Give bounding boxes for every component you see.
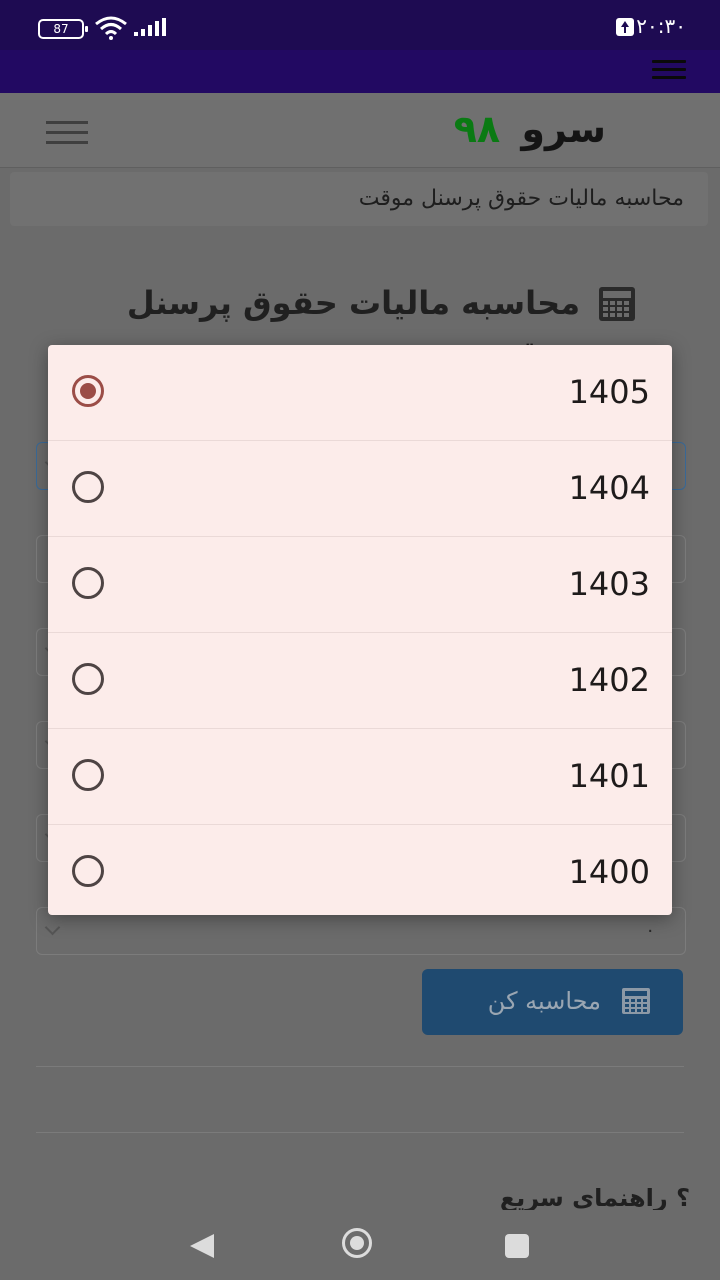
guide-heading: ؟ راهنمای سریع [499,1184,690,1212]
logo-brand: سرو [521,107,606,151]
year-picker-dialog: 1405 1404 1403 1402 1401 1400 [48,345,672,915]
radio-checked-icon[interactable] [72,375,104,407]
children-value: ۰ [645,920,655,941]
status-time: ۲۰:۳۰ [636,14,686,38]
battery-icon: 87 [38,19,88,39]
year-option-label: 1404 [568,469,650,507]
calculator-icon [599,287,635,321]
year-option-1402[interactable]: 1402 [48,633,672,729]
year-option-label: 1400 [568,853,650,891]
radio-icon[interactable] [72,759,104,791]
divider [36,1066,684,1067]
divider [36,1132,684,1133]
calculate-button-label: محاسبه کن [487,987,601,1015]
home-icon[interactable] [342,1228,372,1258]
breadcrumb: محاسبه مالیات حقوق پرسنل موقت [10,172,708,226]
site-logo[interactable]: سرو ۹۸ [454,107,606,151]
year-option-1405[interactable]: 1405 [48,345,672,441]
year-option-label: 1405 [568,373,650,411]
year-option-1401[interactable]: 1401 [48,729,672,825]
logo-number: ۹۸ [453,107,501,151]
calculate-button[interactable]: محاسبه کن [422,969,683,1035]
year-option-label: 1403 [568,565,650,603]
recent-apps-icon[interactable] [505,1234,529,1258]
radio-icon[interactable] [72,663,104,695]
calculator-icon [622,988,650,1014]
upload-icon [616,18,634,36]
year-option-label: 1402 [568,661,650,699]
signal-icon [134,18,166,36]
radio-icon[interactable] [72,567,104,599]
back-icon[interactable] [190,1234,214,1258]
status-bar: 87 ۲۰:۳۰ [0,0,720,50]
radio-icon[interactable] [72,471,104,503]
hamburger-icon[interactable] [46,121,88,151]
year-option-1400[interactable]: 1400 [48,825,672,920]
year-option-label: 1401 [568,757,650,795]
chevron-down-icon [44,919,61,936]
battery-level: 87 [53,22,69,36]
site-header: سرو ۹۸ [0,93,720,168]
year-option-1404[interactable]: 1404 [48,441,672,537]
radio-icon[interactable] [72,855,104,887]
year-option-1403[interactable]: 1403 [48,537,672,633]
menu-icon[interactable] [652,60,686,82]
system-nav-bar [0,1210,720,1280]
wifi-icon [95,16,127,40]
app-bar [0,50,720,93]
